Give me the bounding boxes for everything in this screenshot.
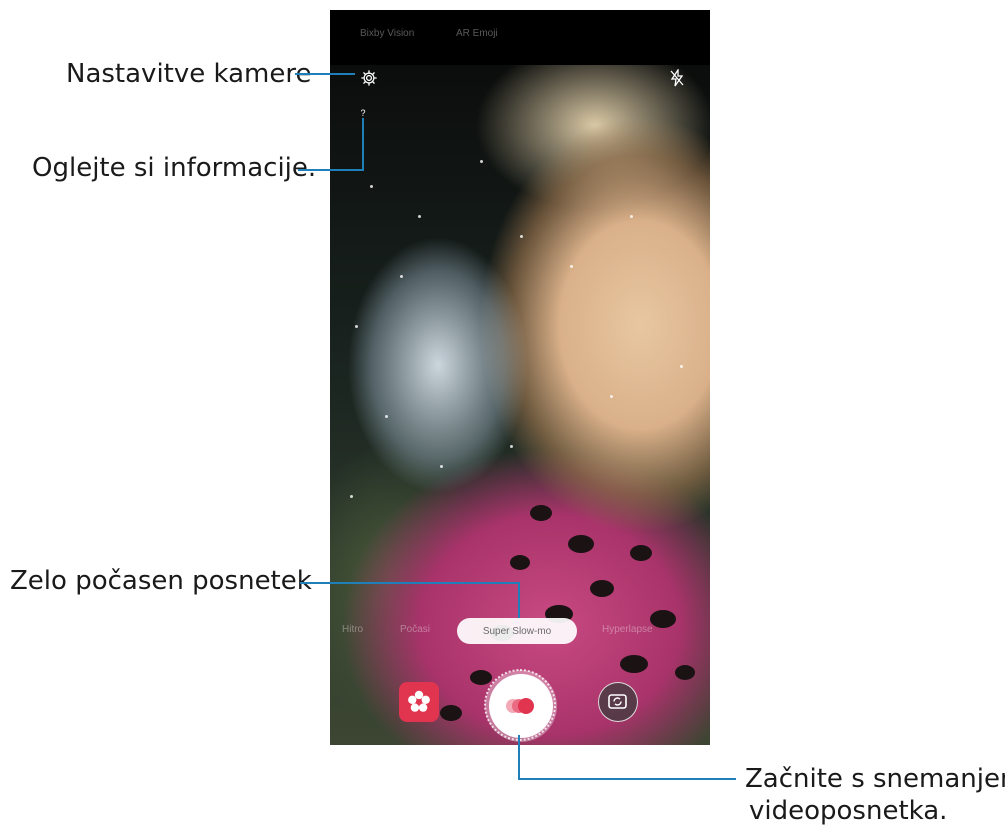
- leader-info-h: [298, 169, 364, 171]
- callout-camera-settings: Nastavitve kamere: [66, 59, 312, 89]
- camera-top-bar: Bixby Vision AR Emoji: [330, 10, 710, 65]
- callout-start-recording-line1: Začnite s snemanjem: [745, 764, 1005, 794]
- selected-mode-label: Super Slow-mo: [482, 625, 552, 637]
- mode-bixby-vision[interactable]: Bixby Vision: [360, 28, 414, 39]
- leader-super-slow-h: [300, 582, 520, 584]
- info-icon-glyph: ?: [360, 108, 366, 118]
- leader-settings-h: [295, 73, 355, 75]
- mode-super-slow-mo-selected[interactable]: Super Slow-mo: [457, 618, 577, 644]
- gallery-button[interactable]: [399, 682, 439, 722]
- callout-start-recording-line2: videoposnetka.: [749, 796, 948, 826]
- gallery-icon: [408, 690, 430, 712]
- flash-off-icon[interactable]: [666, 67, 688, 89]
- mode-hitro[interactable]: Hitro: [342, 624, 363, 635]
- record-button[interactable]: [489, 674, 553, 738]
- callout-view-info: Oglejte si informacije.: [32, 153, 317, 183]
- mode-hyperlapse[interactable]: Hyperlapse: [602, 624, 653, 635]
- callout-super-slow-mo: Zelo počasen posnetek: [10, 566, 312, 596]
- mode-pocasi[interactable]: Počasi: [400, 624, 430, 635]
- mode-ar-emoji[interactable]: AR Emoji: [456, 28, 498, 39]
- leader-record-v: [518, 735, 520, 780]
- camera-screen: Bixby Vision AR Emoji ? Hitro Počasi Sup…: [330, 10, 710, 745]
- leader-super-slow-v: [518, 582, 520, 618]
- gear-icon[interactable]: [358, 67, 380, 89]
- callout-start-recording: Začnite s snemanjem videoposnetka.: [745, 763, 1005, 827]
- switch-camera-icon: [608, 694, 627, 709]
- leader-record-h: [518, 778, 736, 780]
- record-slow-motion-icon: [506, 698, 534, 714]
- leader-info-v: [362, 118, 364, 171]
- switch-camera-button[interactable]: [598, 682, 638, 722]
